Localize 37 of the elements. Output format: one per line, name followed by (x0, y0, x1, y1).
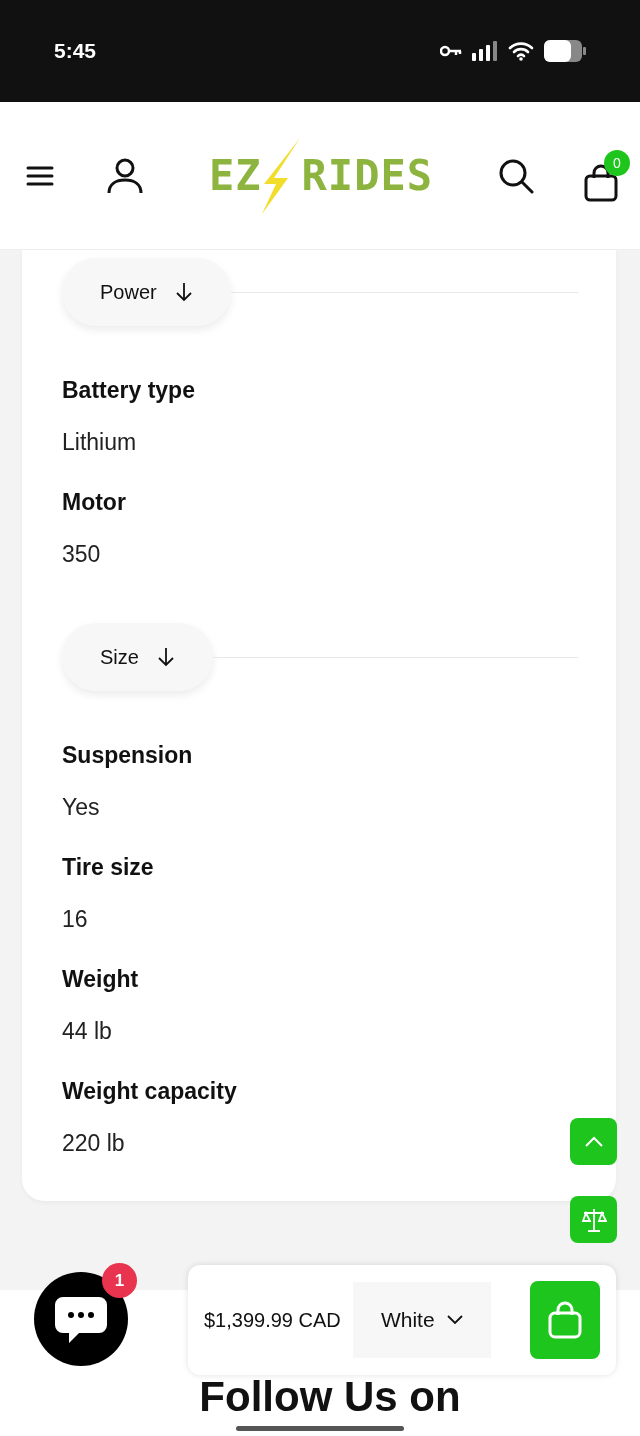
user-icon (106, 157, 144, 194)
cart-count-badge: 0 (604, 149, 630, 176)
logo-text: RIDES (301, 151, 433, 200)
spec-label: Suspension (62, 741, 194, 770)
spec-value: 44 lb (62, 1017, 113, 1046)
battery-icon (544, 40, 586, 62)
spec-label: Weight capacity (62, 1077, 238, 1106)
price: $1,399.99 CAD (204, 1308, 341, 1332)
logo-text: EZ (209, 151, 262, 200)
spec-value: 350 (62, 540, 102, 569)
status-time: 5:45 (54, 39, 97, 63)
section-toggle[interactable]: Power (62, 258, 231, 326)
spec-label: Weight (62, 965, 140, 994)
search-button[interactable] (498, 157, 534, 194)
spec-value: 16 (62, 905, 89, 934)
menu-button[interactable] (26, 164, 54, 187)
chevron-up-icon (583, 1135, 604, 1148)
scale-icon (580, 1206, 607, 1233)
spec-value: Lithium (62, 428, 138, 457)
arrow-down-icon (174, 282, 193, 302)
key-icon (440, 45, 462, 57)
section-toggle[interactable]: Size (62, 623, 213, 691)
spec-label: Tire size (62, 853, 155, 882)
wifi-icon (508, 41, 534, 61)
arrow-down-icon (156, 647, 175, 667)
variant-select[interactable]: White (352, 1282, 491, 1358)
menu-icon (26, 164, 54, 187)
account-button[interactable] (106, 157, 144, 194)
search-icon (498, 157, 534, 194)
signal-icon (472, 41, 498, 61)
chevron-down-icon (446, 1315, 463, 1325)
spec-label: Battery type (62, 376, 196, 405)
section-heading: Follow Us on (199, 1376, 461, 1418)
bag-icon (548, 1301, 582, 1339)
spec-label: Motor (62, 488, 127, 517)
spec-value: Yes (62, 793, 101, 822)
spec-value: 220 lb (62, 1129, 126, 1158)
